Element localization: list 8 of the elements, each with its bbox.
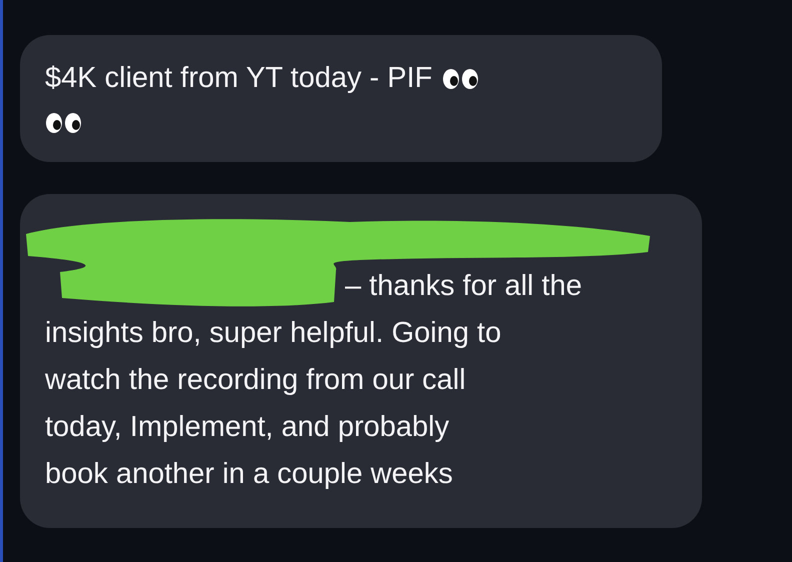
- message-text: watch the recording from our call: [45, 363, 466, 398]
- message-text: $4K client from YT today - PIF: [45, 55, 480, 102]
- eyes-icon: [45, 111, 83, 136]
- message-text: book another in a couple weeks: [45, 457, 453, 492]
- message-text: insights bro, super helpful. Going to: [45, 316, 502, 351]
- message-text: today, Implement, and probably: [45, 410, 450, 445]
- eyes-icon: [442, 67, 480, 92]
- message-text: – thanks for all the: [345, 269, 582, 304]
